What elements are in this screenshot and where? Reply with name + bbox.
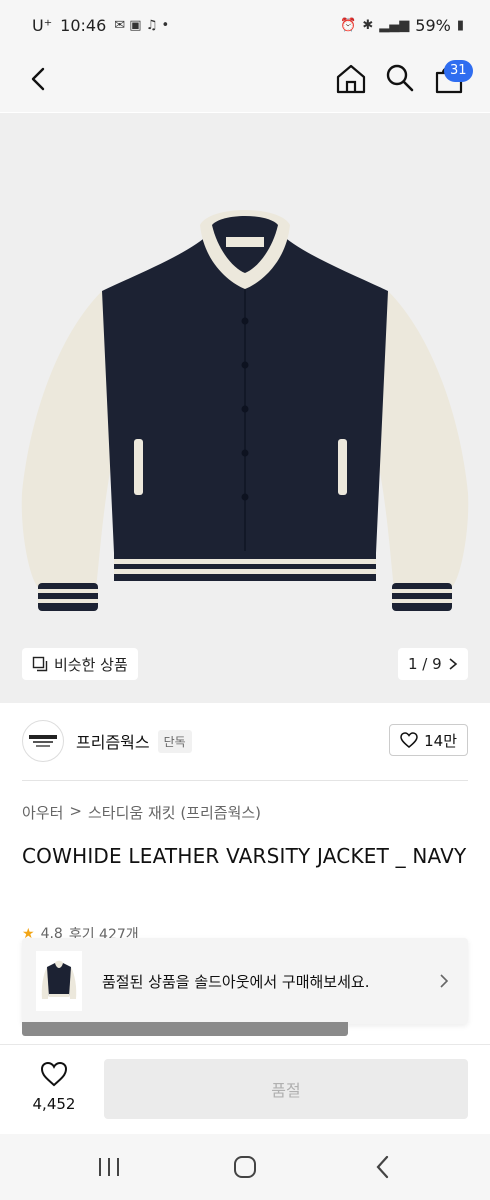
similar-products-label: 비슷한 상품	[54, 655, 128, 674]
partial-content-strip	[22, 1022, 348, 1036]
banner-thumbnail	[36, 951, 82, 1011]
breadcrumb: 아우터 > 스타디움 재킷 (프리즘웍스)	[22, 802, 261, 823]
exclusive-badge: 단독	[157, 729, 192, 753]
system-back-icon[interactable]	[372, 1154, 394, 1180]
battery-level: 59%	[415, 15, 451, 35]
recent-apps-icon[interactable]	[96, 1156, 122, 1178]
breadcrumb-category[interactable]: 아우터	[22, 802, 63, 823]
system-nav-bar	[0, 1134, 490, 1200]
product-title: COWHIDE LEATHER VARSITY JACKET _ NAVY	[22, 844, 467, 868]
brand-logo-mark	[29, 735, 57, 747]
signal-icon: ▂▄▆	[379, 17, 410, 33]
search-icon[interactable]	[384, 62, 416, 94]
home-button-icon[interactable]	[232, 1154, 258, 1180]
similar-icon	[32, 656, 48, 672]
bottom-action-bar: 4,452 품절	[0, 1044, 490, 1134]
top-nav	[0, 50, 490, 112]
chevron-right-icon	[440, 974, 449, 988]
clock: 10:46	[60, 15, 107, 35]
brand-like-button[interactable]: 14만	[389, 724, 468, 756]
status-bar: U⁺ 10:46 ✉ ▣ ♫ • ⏰ ✱ ▂▄▆ 59% ▮	[0, 0, 490, 50]
jacket-thumbnail-image	[41, 960, 77, 999]
back-arrow-icon[interactable]	[24, 64, 54, 94]
breadcrumb-subcategory[interactable]: 스타디움 재킷 (프리즘웍스)	[88, 802, 261, 823]
soldout-button[interactable]: 품절	[104, 1059, 468, 1119]
brand-row: 프리즘웍스 단독 14만	[22, 718, 468, 764]
banner-text: 품절된 상품을 솔드아웃에서 구매해보세요.	[102, 972, 370, 991]
wishlist-count: 4,452	[32, 1095, 76, 1113]
home-icon[interactable]	[334, 62, 368, 96]
cart-count-badge: 31	[444, 60, 473, 82]
alarm-icon: ⏰	[340, 17, 357, 33]
jacket-illustration	[21, 210, 469, 611]
heart-icon	[40, 1061, 68, 1087]
notification-icons: ✉ ▣ ♫ •	[114, 17, 170, 33]
breadcrumb-separator: >	[69, 802, 82, 820]
product-image[interactable]	[0, 113, 490, 703]
similar-products-button[interactable]: 비슷한 상품	[22, 648, 138, 680]
heart-icon	[400, 732, 418, 748]
wishlist-button[interactable]: 4,452	[24, 1061, 84, 1113]
brand-name[interactable]: 프리즘웍스	[76, 729, 150, 753]
pager-label: 1 / 9	[408, 655, 442, 673]
bluetooth-icon: ✱	[362, 17, 374, 33]
divider	[22, 780, 468, 781]
brand-logo[interactable]	[22, 720, 64, 762]
chevron-right-icon	[449, 658, 457, 670]
soldout-banner[interactable]: 품절된 상품을 솔드아웃에서 구매해보세요.	[22, 938, 468, 1024]
battery-icon: ▮	[456, 17, 464, 33]
image-pager[interactable]: 1 / 9	[398, 648, 468, 680]
carrier-label: U⁺	[32, 15, 53, 35]
brand-like-count: 14만	[424, 731, 457, 750]
